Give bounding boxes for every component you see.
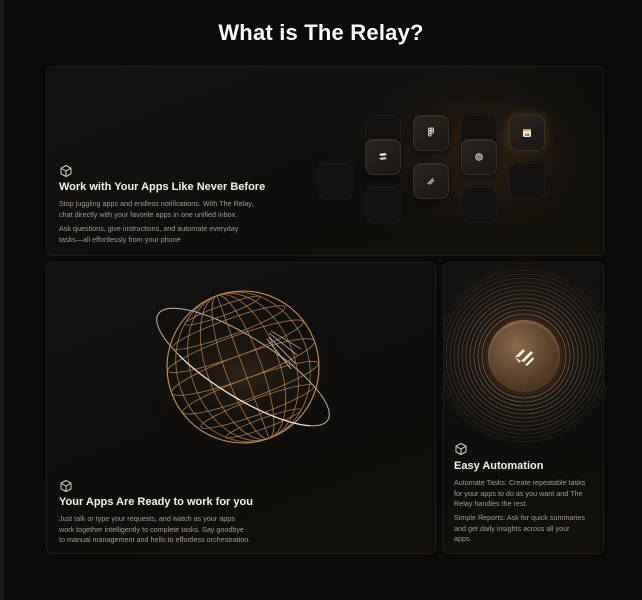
automation-line-4: Simple Reports: Ask for quick summaries (454, 513, 586, 522)
app-tile-calendar[interactable]: 15 (509, 115, 545, 151)
ready-feature-title: Your Apps Are Ready to work for you (59, 496, 253, 508)
ready-feature-card: Your Apps Are Ready to work for you Just… (46, 262, 436, 554)
app-tile-stack[interactable] (365, 139, 401, 175)
ready-feature-line-1: Just talk or type your requests, and wat… (59, 514, 235, 523)
automation-line-5: and get daily insights across all your (454, 523, 570, 533)
automation-line-6: apps. (454, 534, 472, 543)
linear-icon (427, 178, 435, 185)
ghost-tile (461, 187, 497, 223)
automation-line-1: Automate Tasks: Create repeatable tasks (454, 478, 586, 487)
cube-icon (60, 164, 72, 178)
ready-feature-line-3: to manual management and hello to effort… (59, 535, 251, 544)
relay-logo-icon (515, 349, 534, 366)
app-tile-openai[interactable] (461, 139, 497, 175)
calendar-tile-text: 15 (525, 132, 530, 137)
apps-feature-line-1: Stop juggling apps and endless notificat… (59, 199, 254, 208)
openai-icon (475, 153, 483, 161)
cube-icon (455, 442, 467, 456)
page-title: What is The Relay? (218, 20, 424, 45)
apps-feature-line-2: chat directly with your favorite apps in… (59, 209, 238, 219)
automation-line-2: for your apps to do as you want and The (454, 488, 583, 498)
apps-feature-title: Work with Your Apps Like Never Before (59, 181, 266, 193)
automation-line-3: Relay handles the rest. (454, 499, 528, 508)
apps-feature-line-4: tasks—all effortlessly from your phone (59, 234, 181, 244)
ready-feature-line-2: work together intelligently to complete … (59, 524, 244, 534)
ghost-tile (365, 187, 401, 223)
app-tile-figma[interactable] (413, 115, 449, 151)
app-tile-linear[interactable] (413, 163, 449, 199)
apps-feature-line-3: Ask questions, give instructions, and au… (59, 224, 239, 233)
left-edge-bar (0, 0, 4, 600)
calendar-icon: 15 (523, 129, 531, 137)
automation-feature-title: Easy Automation (454, 460, 544, 472)
apps-feature-card: 15 Work with Your Apps Like Never Before… (46, 66, 604, 256)
relay-logo-button[interactable] (488, 320, 560, 392)
automation-feature-card: Easy Automation Automate Tasks: Create r… (443, 262, 604, 554)
stack-icon (379, 153, 387, 160)
cube-icon (60, 479, 72, 493)
ghost-tile (509, 163, 545, 199)
figma-icon (428, 127, 434, 137)
globe-illustration (133, 290, 353, 455)
ghost-tile (317, 163, 353, 199)
